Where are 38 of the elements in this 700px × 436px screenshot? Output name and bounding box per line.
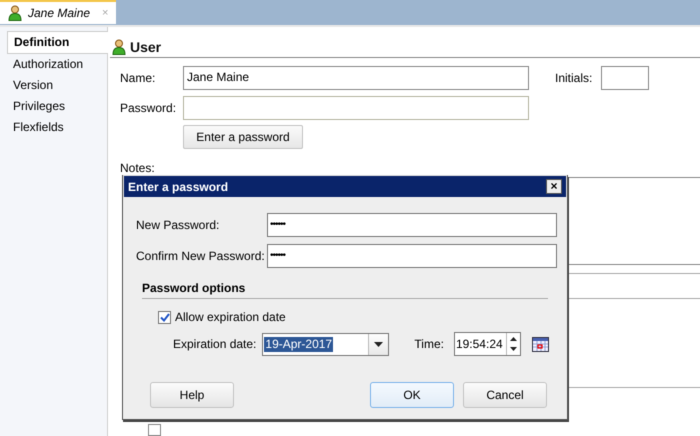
password-field[interactable] — [183, 96, 529, 120]
sidebar-item[interactable]: Version — [7, 75, 107, 96]
name-field[interactable]: Jane Maine — [183, 66, 529, 90]
section-heading: User — [130, 39, 162, 55]
dialog-title: Enter a password — [128, 180, 228, 194]
editor-tab[interactable]: Jane Maine × — [0, 0, 116, 24]
field-label: Password: — [119, 101, 178, 115]
enter-password-button[interactable]: Enter a password — [183, 125, 303, 149]
password-field[interactable]: •••••• — [267, 244, 557, 268]
field-label: New Password: — [136, 218, 220, 232]
checkbox[interactable] — [158, 310, 171, 324]
dropdown-arrow-icon — [374, 342, 384, 346]
checkbox[interactable] — [148, 424, 161, 436]
field-label: Name: — [119, 71, 156, 85]
sidebar-item[interactable]: Definition — [7, 31, 108, 54]
field-label: Confirm New Password: — [136, 249, 266, 263]
tab-label: Jane Maine — [28, 6, 90, 20]
sidebar-item[interactable]: Flexfields — [7, 117, 107, 138]
calendar-icon[interactable] — [532, 336, 549, 352]
section-heading: Password options — [142, 281, 548, 299]
field-label: Notes: — [120, 161, 156, 175]
spinner-arrows-icon[interactable] — [506, 333, 520, 355]
user-icon — [112, 39, 126, 55]
close-button[interactable]: × — [546, 179, 562, 194]
field-label: Expiration date: — [173, 337, 256, 351]
field-label: Initials: — [555, 71, 592, 85]
checkbox-label: Allow expiration date — [175, 310, 286, 324]
user-icon — [8, 5, 22, 21]
dialog-button[interactable]: Cancel — [463, 382, 547, 408]
sidebar-item[interactable]: Privileges — [7, 96, 107, 117]
field-label: Time: — [414, 337, 444, 351]
time-spinner[interactable]: 19:54:24 — [454, 332, 521, 356]
dialog-button[interactable]: OK — [370, 382, 454, 408]
sidebar-item[interactable]: Authorization — [7, 54, 107, 75]
dialog-button[interactable]: Help — [150, 382, 234, 408]
password-field[interactable]: •••••• — [267, 213, 557, 237]
initials-field[interactable] — [601, 66, 650, 90]
date-dropdown[interactable]: 19-Apr-2017 — [262, 332, 390, 356]
